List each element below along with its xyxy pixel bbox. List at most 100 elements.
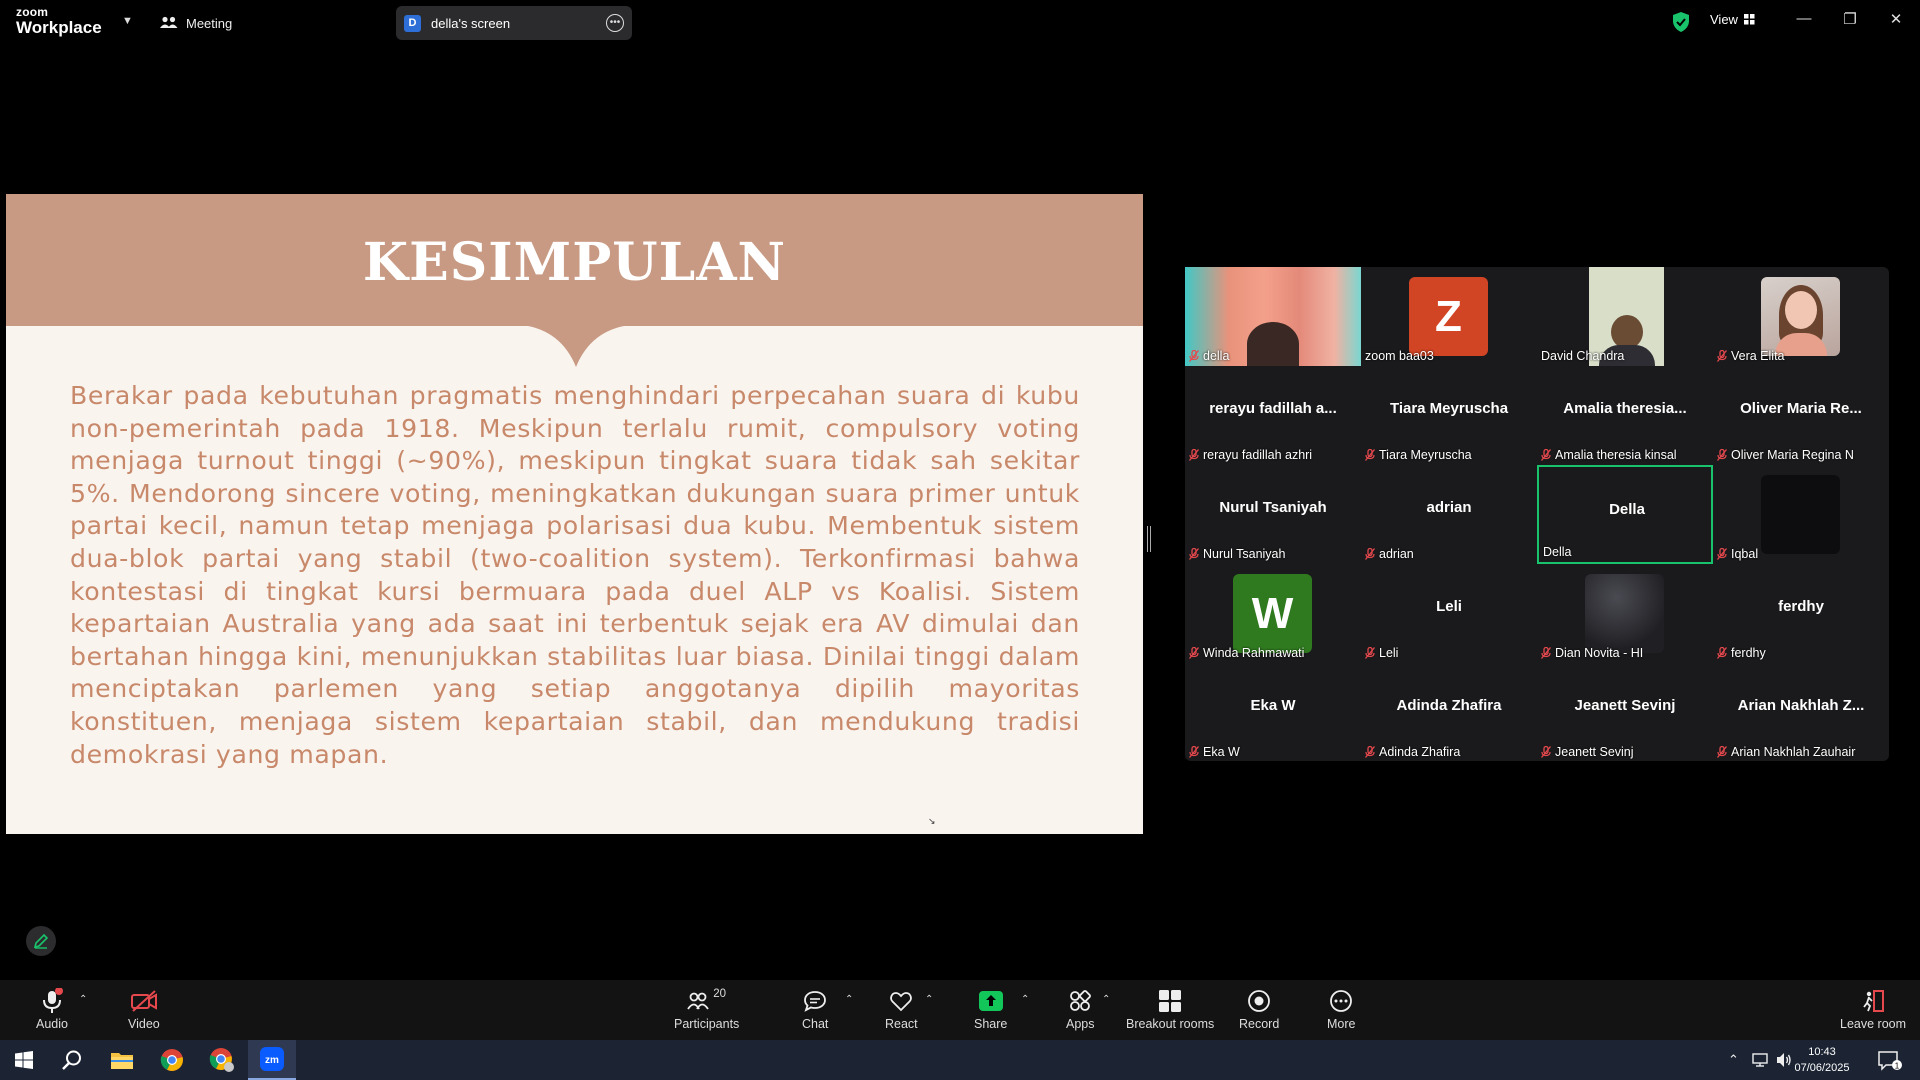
react-options-caret[interactable]: ⌃ <box>925 994 933 1005</box>
notification-center-icon[interactable]: 1 <box>1878 1051 1902 1071</box>
participant-tile[interactable]: Arian Nakhlah Z... Arian Nakhlah Zauhair <box>1713 663 1889 762</box>
participant-tile[interactable]: Tiara Meyruscha Tiara Meyruscha <box>1361 366 1537 465</box>
participant-tile[interactable]: ferdhy ferdhy <box>1713 564 1889 663</box>
participant-label-text: Jeanett Sevinj <box>1555 745 1634 759</box>
participant-name-label: Eka W <box>1189 745 1240 759</box>
participant-display-name: rerayu fadillah a... <box>1209 400 1337 417</box>
participant-tile[interactable]: Nurul Tsaniyah Nurul Tsaniyah <box>1185 465 1361 564</box>
chat-options-caret[interactable]: ⌃ <box>845 994 853 1005</box>
apps-options-caret[interactable]: ⌃ <box>1102 994 1110 1005</box>
participant-tile[interactable]: Leli Leli <box>1361 564 1537 663</box>
more-label: More <box>1327 1017 1356 1031</box>
participant-name-label: Amalia theresia kinsal <box>1541 448 1677 462</box>
microphone-muted-icon <box>1189 449 1199 461</box>
participant-name-label: Della <box>1543 545 1572 559</box>
taskbar-chrome[interactable] <box>148 1040 196 1080</box>
view-label: View <box>1710 12 1738 27</box>
sharer-avatar: D <box>404 14 421 32</box>
participant-tile[interactable]: della <box>1185 267 1361 366</box>
participant-label-text: Adinda Zhafira <box>1379 745 1461 759</box>
participant-label-text: Amalia theresia kinsal <box>1555 448 1677 462</box>
apps-label: Apps <box>1066 1017 1095 1031</box>
record-button[interactable]: Record <box>1239 988 1279 1031</box>
share-options-caret[interactable]: ⌃ <box>1021 994 1029 1005</box>
participant-tile[interactable]: Vera Elita <box>1713 267 1889 366</box>
resize-handle[interactable] <box>1147 526 1151 552</box>
participant-avatar: W <box>1233 574 1312 653</box>
microphone-muted-icon <box>1717 746 1727 758</box>
participant-tile[interactable]: Eka W Eka W <box>1185 663 1361 762</box>
system-clock[interactable]: 10:43 07/06/2025 <box>1790 1044 1854 1076</box>
participant-tile[interactable]: rerayu fadillah a... rerayu fadillah azhr… <box>1185 366 1361 465</box>
view-button[interactable]: View <box>1710 12 1755 27</box>
participant-tile[interactable]: Amalia theresia... Amalia theresia kinsal <box>1537 366 1713 465</box>
video-button[interactable]: Video <box>128 988 160 1031</box>
participant-name-label: zoom baa03 <box>1365 349 1434 363</box>
microphone-muted-icon <box>1189 350 1199 362</box>
audio-options-caret[interactable]: ⌃ <box>79 994 87 1005</box>
chrome-icon <box>160 1049 183 1071</box>
more-button[interactable]: More <box>1327 988 1355 1031</box>
tray-chevron-up-icon[interactable]: ⌃ <box>1728 1052 1739 1068</box>
participant-name-label: Adinda Zhafira <box>1365 745 1460 759</box>
microphone-muted-icon <box>1365 449 1375 461</box>
chat-button[interactable]: Chat <box>802 988 828 1031</box>
microphone-muted-icon <box>1365 746 1375 758</box>
taskbar-zoom[interactable]: zm <box>248 1040 296 1080</box>
participant-tile[interactable]: W Winda Rahmawati <box>1185 564 1361 663</box>
participant-display-name: Eka W <box>1250 697 1296 714</box>
chevron-down-icon[interactable]: ▼ <box>122 15 133 27</box>
annotate-pen-button[interactable] <box>26 926 56 956</box>
meeting-button[interactable]: Meeting <box>160 12 232 34</box>
slide-body-text: Berakar pada kebutuhan pragmatis menghin… <box>70 381 1080 769</box>
start-button[interactable] <box>0 1040 48 1080</box>
participant-label-text: Oliver Maria Regina N <box>1731 448 1854 462</box>
microphone-muted-icon <box>1717 350 1727 362</box>
microphone-muted-icon <box>1365 647 1375 659</box>
more-options-icon[interactable]: ••• <box>606 14 624 32</box>
participants-button[interactable]: 20 Participants <box>674 988 739 1031</box>
breakout-rooms-button[interactable]: Breakout rooms <box>1126 988 1214 1031</box>
participant-label-text: della <box>1203 349 1230 363</box>
leave-room-button[interactable]: Leave room <box>1840 988 1906 1031</box>
participant-tile[interactable]: Dian Novita - HI <box>1537 564 1713 663</box>
network-icon[interactable] <box>1752 1053 1768 1067</box>
meeting-label: Meeting <box>186 15 233 31</box>
participant-label-text: adrian <box>1379 547 1414 561</box>
folder-icon <box>111 1053 133 1069</box>
search-button[interactable] <box>48 1040 96 1080</box>
screen-share-tab[interactable]: D della's screen ••• <box>396 6 632 40</box>
participant-tile[interactable]: adrian adrian <box>1361 465 1537 564</box>
breakout-rooms-label: Breakout rooms <box>1126 1017 1215 1031</box>
participant-tile[interactable]: Oliver Maria Re... Oliver Maria Regina N <box>1713 366 1889 465</box>
share-button[interactable]: Share <box>974 988 1007 1031</box>
participant-label-text: Eka W <box>1203 745 1240 759</box>
participant-tile[interactable]: David Chandra <box>1537 267 1713 366</box>
meeting-toolbar: Audio ⌃ Video 20 Participants Chat ⌃ Rea… <box>0 980 1920 1040</box>
participant-tile[interactable]: Della Della <box>1537 465 1713 564</box>
taskbar-file-explorer[interactable] <box>98 1040 146 1080</box>
participant-tile[interactable]: Iqbal <box>1713 465 1889 564</box>
audio-button[interactable]: Audio <box>36 988 68 1031</box>
participant-photo <box>1761 277 1840 356</box>
participant-label-text: Winda Rahmawati <box>1203 646 1305 660</box>
microphone-muted-icon <box>1541 449 1551 461</box>
participant-label-text: Dian Novita - HI <box>1555 646 1644 660</box>
brand-bottom: Workplace <box>16 18 102 37</box>
taskbar-chrome-profile[interactable] <box>198 1040 246 1080</box>
apps-button[interactable]: Apps <box>1066 988 1095 1031</box>
participants-icon <box>687 992 709 1010</box>
shield-check-icon[interactable] <box>1672 12 1690 32</box>
participant-name-label: Arian Nakhlah Zauhair <box>1717 745 1855 759</box>
restore-icon[interactable]: ❐ <box>1838 10 1862 28</box>
minimize-icon[interactable]: — <box>1792 10 1816 27</box>
participant-name-label: Nurul Tsaniyah <box>1189 547 1285 561</box>
participant-tile[interactable]: Jeanett Sevinj Jeanett Sevinj <box>1537 663 1713 762</box>
participant-name-label: Vera Elita <box>1717 349 1785 363</box>
zoom-workplace-logo[interactable]: zoom Workplace <box>16 6 102 36</box>
close-icon[interactable]: ✕ <box>1884 10 1908 28</box>
participant-tile[interactable]: Zzoom baa03 <box>1361 267 1537 366</box>
participant-tile[interactable]: Adinda Zhafira Adinda Zhafira <box>1361 663 1537 762</box>
participant-label-text: David Chandra <box>1541 349 1625 363</box>
react-button[interactable]: React <box>885 988 918 1031</box>
